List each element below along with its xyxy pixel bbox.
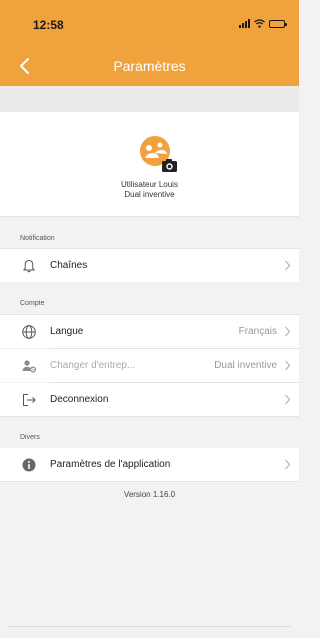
user-settings-icon — [22, 360, 37, 373]
header-spacer — [0, 86, 299, 112]
status-time: 12:58 — [33, 18, 64, 32]
signal-icon — [239, 19, 250, 28]
row-label: Paramètres de l'application — [50, 459, 171, 470]
row-value: Français — [238, 326, 277, 337]
status-bar: 12:58 — [0, 0, 299, 46]
battery-icon — [269, 19, 287, 28]
user-avatar-icon[interactable] — [138, 134, 180, 176]
chevron-right-icon — [285, 260, 291, 271]
status-icons — [239, 19, 287, 28]
section-header-compte: Compte — [0, 282, 299, 314]
divider — [0, 481, 299, 482]
row-langue[interactable]: Langue Français — [0, 315, 299, 348]
app-version: Version 1.16.0 — [123, 490, 176, 499]
row-changer-entreprise[interactable]: Changer d'entrep... Dual inventive — [0, 349, 299, 382]
row-label: Changer d'entrep... — [50, 360, 136, 371]
info-icon — [22, 458, 36, 472]
bell-icon — [23, 260, 35, 273]
bottom-border — [8, 626, 291, 627]
page-title: Paramètres — [113, 58, 186, 74]
row-parametres-application[interactable]: Paramètres de l'application — [0, 448, 299, 481]
section-header-divers: Divers — [0, 417, 299, 448]
nav-bar: Paramètres — [0, 46, 299, 86]
row-label: Deconnexion — [50, 394, 109, 405]
row-deconnexion[interactable]: Deconnexion — [0, 383, 299, 416]
section-header-notification: Notification — [0, 217, 299, 248]
user-company: Dual inventive — [124, 190, 175, 199]
wifi-icon — [254, 19, 265, 28]
profile-card: Utilisateur Louis Dual inventive — [0, 112, 299, 216]
logout-icon — [23, 394, 36, 406]
chevron-right-icon — [285, 459, 291, 470]
row-value: Dual inventive — [214, 360, 277, 371]
chevron-right-icon — [285, 360, 291, 371]
row-label: Chaînes — [50, 260, 88, 271]
globe-icon — [22, 325, 36, 339]
chevron-right-icon — [285, 394, 291, 405]
row-chaines[interactable]: Chaînes — [0, 249, 299, 282]
chevron-right-icon — [285, 326, 291, 337]
row-label: Langue — [50, 326, 84, 337]
user-name: Utilisateur Louis — [121, 180, 178, 189]
